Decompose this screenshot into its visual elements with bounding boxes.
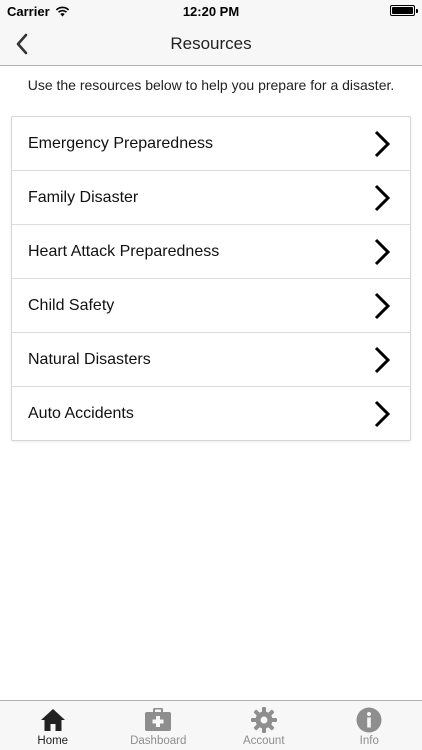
tab-account[interactable]: Account bbox=[211, 701, 317, 750]
status-bar: Carrier 12:20 PM bbox=[0, 0, 422, 22]
tab-label: Info bbox=[359, 735, 379, 747]
tab-home[interactable]: Home bbox=[0, 701, 106, 750]
chevron-right-icon bbox=[374, 130, 391, 158]
tab-label: Account bbox=[242, 735, 285, 747]
home-icon bbox=[39, 707, 67, 733]
list-item-label: Child Safety bbox=[28, 296, 115, 314]
tab-label: Home bbox=[37, 735, 69, 747]
chevron-right-icon bbox=[374, 292, 391, 320]
tab-dashboard[interactable]: Dashboard bbox=[106, 701, 212, 750]
list-item[interactable]: Child Safety bbox=[12, 279, 410, 333]
resources-list: Emergency Preparedness Family Disaster Hea… bbox=[11, 116, 411, 441]
intro-text: Use the resources below to help you prep… bbox=[27, 77, 395, 93]
list-item[interactable]: Natural Disasters bbox=[12, 333, 410, 387]
chevron-right-icon bbox=[374, 238, 391, 266]
chevron-right-icon bbox=[374, 346, 391, 374]
first-aid-kit-icon bbox=[144, 707, 172, 733]
page-title: Resources bbox=[170, 34, 252, 53]
list-item-label: Family Disaster bbox=[28, 188, 139, 206]
chevron-right-icon bbox=[374, 184, 391, 212]
battery-icon bbox=[390, 5, 418, 16]
list-item[interactable]: Family Disaster bbox=[12, 171, 410, 225]
chevron-right-icon bbox=[374, 400, 391, 428]
info-icon bbox=[355, 707, 383, 733]
list-item-label: Emergency Preparedness bbox=[28, 134, 213, 152]
list-item[interactable]: Auto Accidents bbox=[12, 387, 410, 440]
status-time: 12:20 PM bbox=[182, 4, 240, 19]
navigation-bar: Resources bbox=[0, 22, 422, 66]
list-item-label: Auto Accidents bbox=[28, 404, 134, 422]
gear-icon bbox=[250, 707, 278, 733]
list-item[interactable]: Emergency Preparedness bbox=[12, 117, 410, 171]
list-item-label: Natural Disasters bbox=[28, 350, 151, 368]
tab-info[interactable]: Info bbox=[317, 701, 422, 750]
list-item-label: Heart Attack Preparedness bbox=[28, 242, 220, 260]
tab-bar: Home Dashboard Account Info bbox=[0, 700, 422, 750]
list-item[interactable]: Heart Attack Preparedness bbox=[12, 225, 410, 279]
tab-label: Dashboard bbox=[130, 735, 187, 747]
